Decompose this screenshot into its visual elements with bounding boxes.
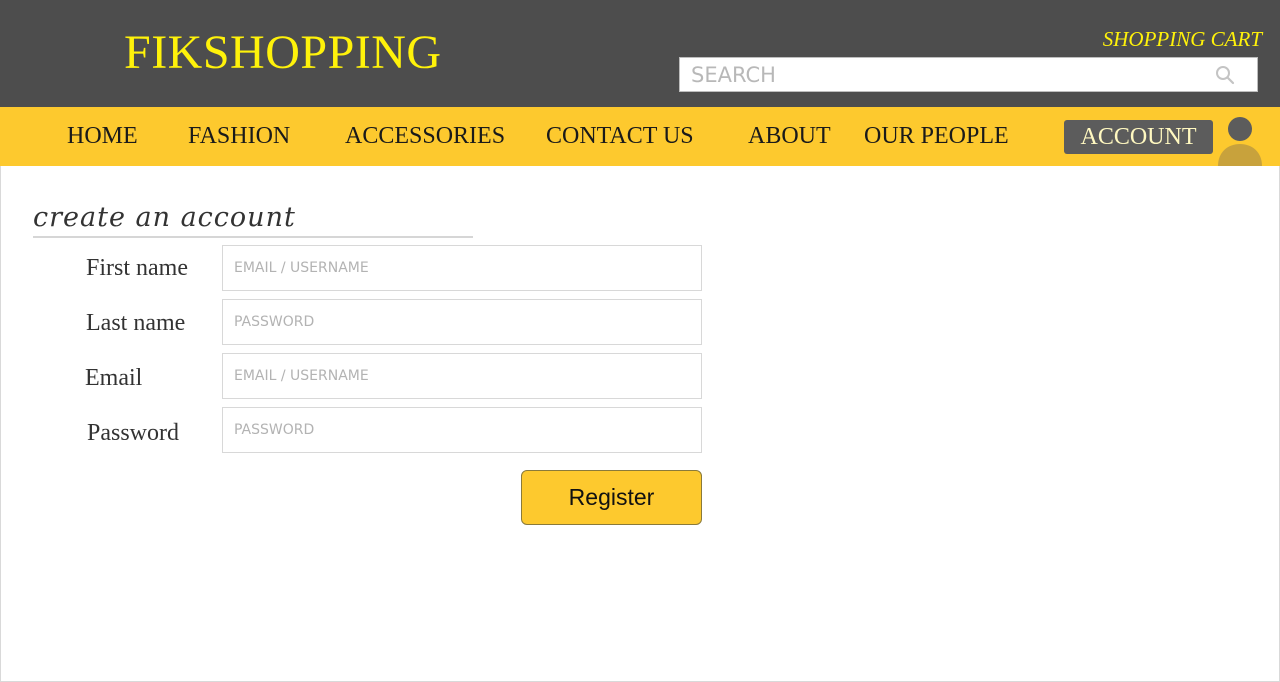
last-name-label: Last name [86,310,186,336]
shopping-cart-link[interactable]: SHOPPING CART [1103,26,1262,52]
search-input[interactable] [680,58,1200,91]
last-name-field[interactable] [222,299,702,345]
title-divider [33,236,473,238]
main-nav: HOME FASHION ACCESSORIES CONTACT US ABOU… [0,107,1280,166]
search-bar [679,57,1258,92]
nav-item-contact-us[interactable]: CONTACT US [546,122,694,150]
form-title: create an account [33,202,296,233]
nav-item-our-people[interactable]: OUR PEOPLE [864,122,1009,150]
first-name-field[interactable] [222,245,702,291]
site-header: FIKSHOPPING SHOPPING CART [0,0,1280,107]
nav-item-about[interactable]: ABOUT [748,122,831,150]
nav-item-fashion[interactable]: FASHION [188,122,290,150]
search-icon[interactable] [1215,65,1235,85]
account-button[interactable]: ACCOUNT [1064,120,1213,154]
user-avatar-icon[interactable] [1217,116,1263,166]
register-button[interactable]: Register [521,470,702,525]
site-logo[interactable]: FIKSHOPPING [124,24,442,82]
nav-item-home[interactable]: HOME [67,122,138,150]
email-field[interactable] [222,353,702,399]
nav-item-accessories[interactable]: ACCESSORIES [345,122,505,150]
password-field[interactable] [222,407,702,453]
first-name-label: First name [86,255,188,281]
email-label: Email [85,365,143,391]
password-label: Password [87,420,180,446]
